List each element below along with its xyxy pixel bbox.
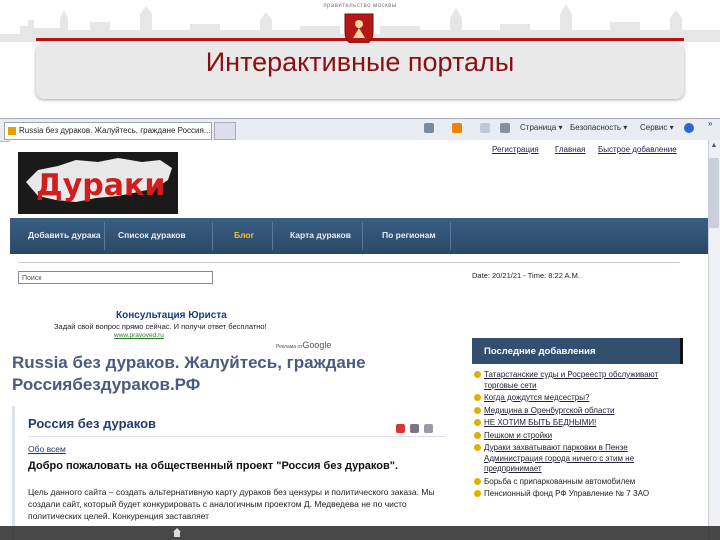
home-icon — [424, 123, 434, 133]
sidebar-item-text: Борьба с припаркованным автомобилем — [484, 476, 636, 486]
search-input[interactable]: Поиск — [18, 271, 213, 284]
sidebar-item[interactable]: Борьба с припаркованным автомобилем — [474, 477, 678, 488]
site-navbar — [10, 218, 708, 254]
nav-add-fool[interactable]: Добавить дурака — [28, 230, 101, 240]
email-icon[interactable] — [424, 424, 433, 433]
sidebar-item-text: НЕ ХОТИМ БЫТЬ БЕДНЫМИ! — [484, 418, 597, 427]
print-button[interactable] — [500, 123, 510, 133]
star-icon — [474, 406, 481, 414]
browser-tabbar: Russia без дураков. Жалуйтесь, граждане … — [0, 118, 720, 142]
home-link[interactable]: Главная — [555, 145, 585, 154]
nav-blog[interactable]: Блог — [234, 230, 254, 240]
home-icon[interactable] — [172, 527, 182, 538]
ad-url-link[interactable]: www.pravoved.ru — [114, 332, 164, 339]
post-title: Russia без дураков. Жалуйтесь, граждане … — [12, 353, 366, 394]
sidebar-item[interactable]: Пенсионный фонд РФ Управление № 7 ЗАО — [474, 489, 678, 500]
slide-title: Интерактивные порталы — [205, 47, 515, 77]
sidebar-item-text: Пенсионный фонд РФ Управление № 7 ЗАО — [484, 489, 650, 498]
ad-title-link[interactable]: Консультация Юриста — [116, 310, 227, 321]
sidebar-item[interactable]: Медицина в Оренбургской области — [474, 406, 678, 417]
adsense-label[interactable]: Реклама отGoogle — [276, 340, 331, 350]
adsense-prefix: Реклама от — [276, 344, 303, 350]
sidebar-heading: Последние добавления — [472, 338, 683, 364]
scroll-up-icon[interactable]: ▲ — [709, 142, 719, 152]
nav-separator — [272, 222, 273, 250]
sidebar-item[interactable]: Пешком и стройки — [474, 431, 678, 442]
sidebar-item-text: Медицина в Оренбургской области — [484, 405, 615, 415]
home-button[interactable] — [424, 123, 434, 133]
nav-separator — [450, 222, 451, 250]
quick-add-link[interactable]: Быстрое добавление — [598, 145, 677, 154]
article-heading[interactable]: Россия без дураков — [28, 416, 156, 431]
help-button[interactable] — [684, 123, 694, 133]
help-icon — [684, 123, 694, 133]
page-menu[interactable]: Страница ▾ — [520, 123, 563, 132]
page-menu-label: Страница — [520, 123, 557, 132]
sidebar-item[interactable]: НЕ ХОТИМ БЫТЬ БЕДНЫМИ! — [474, 418, 678, 429]
nav-fool-list[interactable]: Список дураков — [118, 230, 186, 240]
star-icon — [474, 490, 481, 497]
tab-title: Russia без дураков. Жалуйтесь, граждане … — [19, 126, 211, 135]
sidebar-heading-text: Последние добавления — [484, 346, 596, 357]
star-icon — [474, 394, 481, 401]
star-icon — [474, 431, 481, 439]
nav-separator — [212, 222, 213, 250]
sidebar-item-text: Татарстанские суды и Росреестр обслужива… — [484, 370, 659, 390]
government-caption: правительство москвы — [323, 3, 397, 9]
scrollbar-thumb[interactable] — [709, 158, 719, 228]
sidebar-list: Татарстанские суды и Росреестр обслужива… — [474, 370, 678, 502]
nav-fool-map[interactable]: Карта дураков — [290, 230, 351, 240]
article-headline: Добро пожаловать на общественный проект … — [28, 460, 399, 472]
print-icon — [500, 123, 510, 133]
slide-bottom-bar — [0, 526, 720, 540]
tools-menu[interactable]: Сервис ▾ — [640, 123, 674, 132]
sidebar-item[interactable]: Дураки захватывают парковки в Пензе Адми… — [474, 443, 678, 475]
star-icon — [474, 419, 481, 426]
star-icon — [474, 371, 481, 378]
star-icon — [474, 444, 481, 451]
safety-menu[interactable]: Безопасность ▾ — [570, 123, 627, 132]
logo-text: Дураки — [36, 168, 166, 203]
divider — [18, 262, 680, 263]
article-body: Цель данного сайта – создать альтернатив… — [28, 487, 435, 521]
ad-text: Задай свой вопрос прямо сейчас. И получи… — [54, 322, 267, 331]
article-divider — [28, 436, 446, 437]
sidebar-item-text: Дураки захватывают парковки в Пензе Адми… — [484, 443, 635, 473]
nav-separator — [104, 222, 105, 250]
favicon-icon — [8, 126, 16, 135]
date-time-display: Date: 20/21/21 - Time: 8:22 A.M. — [472, 271, 580, 280]
mail-icon — [480, 123, 490, 133]
sidebar-item[interactable]: Когда дождутся медсестры? — [474, 393, 678, 404]
sidebar-item-text: Пешком и стройки — [484, 430, 553, 440]
print-icon[interactable] — [410, 424, 419, 433]
feeds-button[interactable] — [452, 123, 462, 133]
sidebar-item-text: Когда дождутся медсестры? — [484, 393, 590, 402]
new-tab-button[interactable] — [214, 122, 236, 140]
nav-separator — [362, 222, 363, 250]
sidebar-item[interactable]: Татарстанские суды и Росреестр обслужива… — [474, 370, 678, 391]
star-icon — [474, 477, 481, 485]
mail-button[interactable] — [480, 123, 490, 133]
tools-menu-label: Сервис — [640, 123, 668, 132]
nav-by-region[interactable]: По регионам — [382, 230, 436, 240]
browser-tab[interactable]: Russia без дураков. Жалуйтесь, граждане … — [4, 122, 212, 140]
google-logo: Google — [302, 340, 332, 350]
toolbar-overflow[interactable]: » — [708, 119, 712, 128]
article-category-link[interactable]: Обо всем — [28, 444, 66, 454]
safety-menu-label: Безопасность — [570, 123, 622, 132]
pdf-icon[interactable] — [396, 424, 405, 433]
rss-icon — [452, 123, 462, 133]
register-link[interactable]: Регистрация — [492, 145, 539, 154]
